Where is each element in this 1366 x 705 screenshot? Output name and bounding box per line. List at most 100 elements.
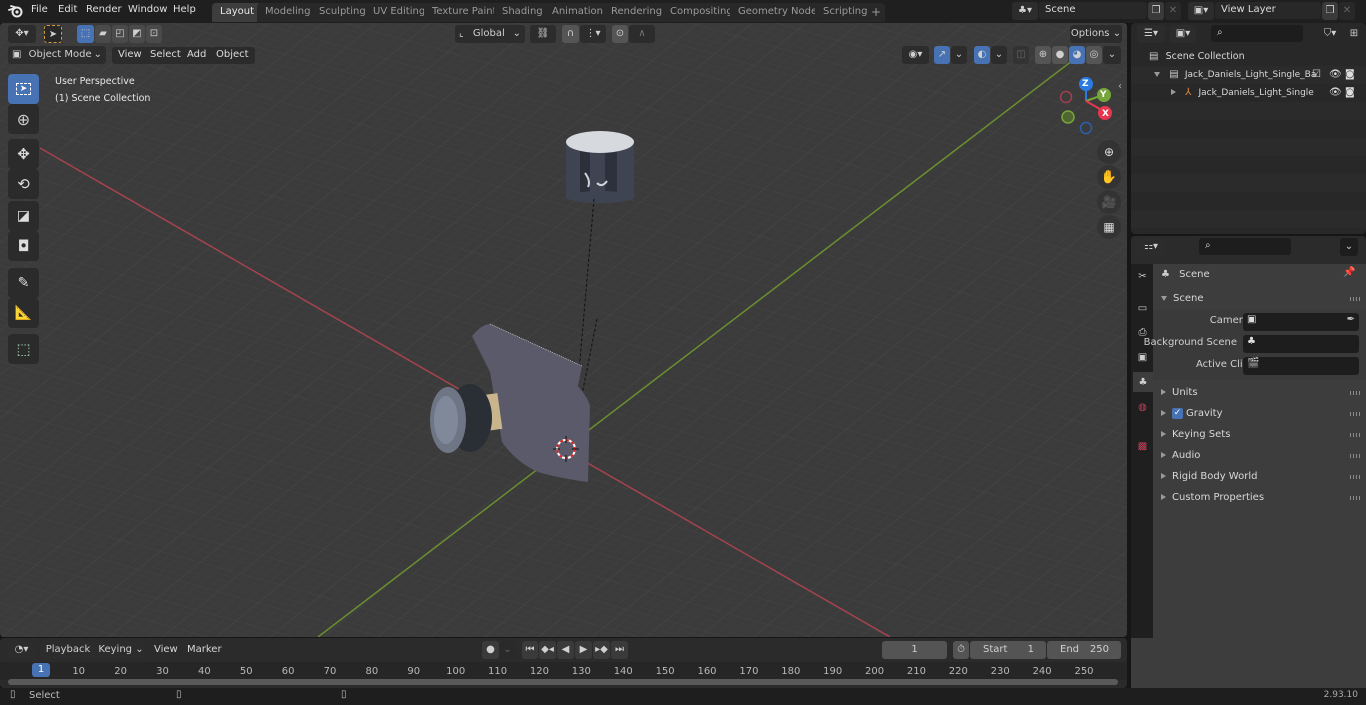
delete-view-layer-button[interactable]: ✕ [1339, 2, 1355, 20]
current-frame-field[interactable]: 1 [882, 641, 947, 659]
tab-rendering[interactable]: Rendering [603, 3, 671, 22]
gravity-checkbox[interactable]: ✓ [1172, 407, 1183, 419]
select-mode-extend[interactable]: ▰ [95, 25, 111, 43]
end-frame-field[interactable]: End 250 [1047, 641, 1121, 659]
3d-viewport[interactable]: ✥▾ ➤ ⬚ ▰ ◰ ◩ ⊡ ⌞ Global ⌄ ⛓ ∩ ⋮▾ ⊙ ∧ Opt… [0, 23, 1127, 637]
tab-world[interactable]: ◍ [1133, 397, 1152, 417]
pin-icon[interactable]: 📌 [1343, 267, 1355, 278]
panel-audio[interactable]: Audio [1153, 446, 1366, 467]
exclude-checkbox[interactable]: ☑ [1312, 66, 1321, 84]
menu-object[interactable]: Object [210, 47, 255, 64]
camera-field[interactable]: ▣ ✒ [1243, 313, 1359, 331]
tab-texture-paint[interactable]: Texture Paint [424, 3, 505, 22]
playhead[interactable]: 1 [32, 663, 50, 677]
visibility-dropdown[interactable]: ◉▾ [902, 46, 929, 64]
drag-handle-icon[interactable] [1350, 433, 1360, 437]
menu-file[interactable]: File [31, 4, 48, 15]
tab-scene[interactable]: ♣ [1133, 372, 1153, 392]
eye-icon[interactable]: 👁 [1329, 84, 1342, 102]
drag-handle-icon[interactable] [1350, 391, 1360, 395]
drag-handle-icon[interactable] [1350, 496, 1360, 500]
overlays-dropdown[interactable]: ⌄ [991, 46, 1007, 64]
xray-toggle[interactable]: ◫ [1013, 46, 1029, 64]
menu-edit[interactable]: Edit [58, 4, 77, 15]
new-view-layer-button[interactable]: ❐ [1322, 2, 1338, 20]
play-button[interactable]: ▶ [575, 641, 592, 659]
eyedropper-icon[interactable]: ✒ [1347, 314, 1355, 325]
timeline-scrollbar[interactable] [8, 679, 1118, 685]
shading-rendered[interactable]: ◎ [1086, 46, 1102, 64]
next-keyframe-button[interactable]: ▸◆ [593, 641, 610, 659]
camera-view-button[interactable]: 🎥 [1097, 190, 1121, 214]
overlays-toggle[interactable]: ◐ [974, 46, 990, 64]
camera-render-icon[interactable]: ◙ [1345, 66, 1355, 84]
gizmo-dropdown[interactable]: ⌄ [951, 46, 967, 64]
select-mode-difference[interactable]: ◩ [129, 25, 145, 43]
pan-view-button[interactable]: ✋ [1097, 165, 1121, 189]
menu-render[interactable]: Render [86, 4, 122, 15]
jump-start-button[interactable]: ⏮ [522, 641, 538, 659]
scene-type-button[interactable]: ♣▾ [1012, 2, 1038, 20]
drag-handle-icon[interactable] [1350, 412, 1360, 416]
prev-keyframe-button[interactable]: ◆◂ [539, 641, 556, 659]
zoom-view-button[interactable]: ⊕ [1097, 140, 1121, 164]
tool-transform[interactable]: ◘ [8, 231, 39, 261]
outliner-search-input[interactable]: ⌕ [1211, 25, 1303, 42]
auto-keying-toggle[interactable]: ● [482, 641, 499, 659]
drag-handle-icon[interactable] [1350, 297, 1360, 301]
outliner-row-collection[interactable]: ▤ Jack_Daniels_Light_Single_Ba ☑ 👁 ◙ [1131, 66, 1366, 84]
shading-material-preview[interactable]: ◕ [1069, 46, 1085, 64]
properties-editor-type[interactable]: ⚏▾ [1137, 238, 1165, 256]
timeline-menu-view[interactable]: View [154, 644, 178, 655]
filter-dropdown[interactable]: ⛉▾ [1317, 25, 1343, 43]
object-mode-dropdown[interactable]: ▣ Object Mode ⌄ [8, 46, 106, 64]
auto-keying-dropdown[interactable]: ⌄ [500, 641, 515, 659]
add-workspace-button[interactable]: + [867, 3, 886, 22]
keying-dropdown[interactable]: Keying ⌄ [97, 641, 145, 659]
expand-arrow-icon[interactable] [1171, 89, 1176, 95]
tool-add-cube[interactable]: ⬚ [8, 334, 39, 364]
proportional-edit-toggle[interactable]: ⊙ [612, 25, 628, 43]
scene-name-field[interactable]: Scene [1039, 2, 1147, 19]
background-scene-field[interactable]: ♣ [1243, 335, 1359, 353]
tab-shading[interactable]: Shading [494, 3, 551, 22]
tab-uv-editing[interactable]: UV Editing [365, 3, 434, 22]
play-reverse-button[interactable]: ◀ [557, 641, 574, 659]
panel-rigid-body-world[interactable]: Rigid Body World [1153, 467, 1366, 488]
tab-tool[interactable]: ✂ [1133, 266, 1152, 286]
snap-target-dropdown[interactable]: ⋮▾ [580, 25, 606, 43]
sidebar-toggle-icon[interactable]: ‹ [1118, 81, 1122, 92]
tool-measure[interactable]: 📐 [8, 298, 39, 328]
tool-annotate[interactable]: ✎ [8, 268, 39, 298]
new-collection-button[interactable]: ⊞ [1346, 25, 1362, 43]
options-dropdown[interactable]: Options ⌄ [1070, 25, 1122, 43]
outliner-editor-type[interactable]: ☰▾ [1137, 25, 1165, 43]
tab-layout[interactable]: Layout [212, 3, 262, 22]
tab-animation[interactable]: Animation [544, 3, 611, 22]
expand-arrow-icon[interactable] [1154, 71, 1160, 77]
panel-keying-sets[interactable]: Keying Sets [1153, 425, 1366, 446]
tab-compositing[interactable]: Compositing [662, 3, 741, 22]
shading-wireframe[interactable]: ⊕ [1035, 46, 1051, 64]
blender-logo-icon[interactable] [8, 4, 23, 18]
start-frame-field[interactable]: Start 1 [970, 641, 1046, 659]
menu-add[interactable]: Add [181, 47, 213, 64]
tab-texture[interactable]: ▩ [1133, 436, 1152, 456]
menu-help[interactable]: Help [173, 4, 196, 15]
snap-toggle[interactable]: ∩ [562, 25, 579, 43]
tool-select-box[interactable]: ➤ [8, 74, 39, 104]
jump-end-button[interactable]: ⏭ [611, 641, 628, 659]
panel-custom-properties[interactable]: Custom Properties [1153, 488, 1366, 509]
playback-dropdown[interactable]: Playback ⌄ [40, 641, 96, 673]
tool-rotate[interactable]: ⟲ [8, 169, 39, 199]
panel-gravity[interactable]: ✓ Gravity [1153, 404, 1366, 425]
tool-select-button[interactable]: ➤ [44, 25, 62, 43]
preview-range-toggle[interactable]: ⏱ [953, 641, 969, 659]
view-layer-name-field[interactable]: View Layer [1215, 2, 1321, 19]
active-clip-field[interactable]: 🎬 [1243, 357, 1359, 375]
new-scene-button[interactable]: ❐ [1148, 2, 1164, 20]
timeline-editor-type[interactable]: ◔▾ [8, 641, 35, 659]
gizmo-toggle[interactable]: ↗ [934, 46, 950, 64]
perspective-toggle-button[interactable]: ▦ [1097, 215, 1121, 239]
transform-orientation-dropdown[interactable]: ⌞ Global ⌄ [455, 25, 525, 43]
